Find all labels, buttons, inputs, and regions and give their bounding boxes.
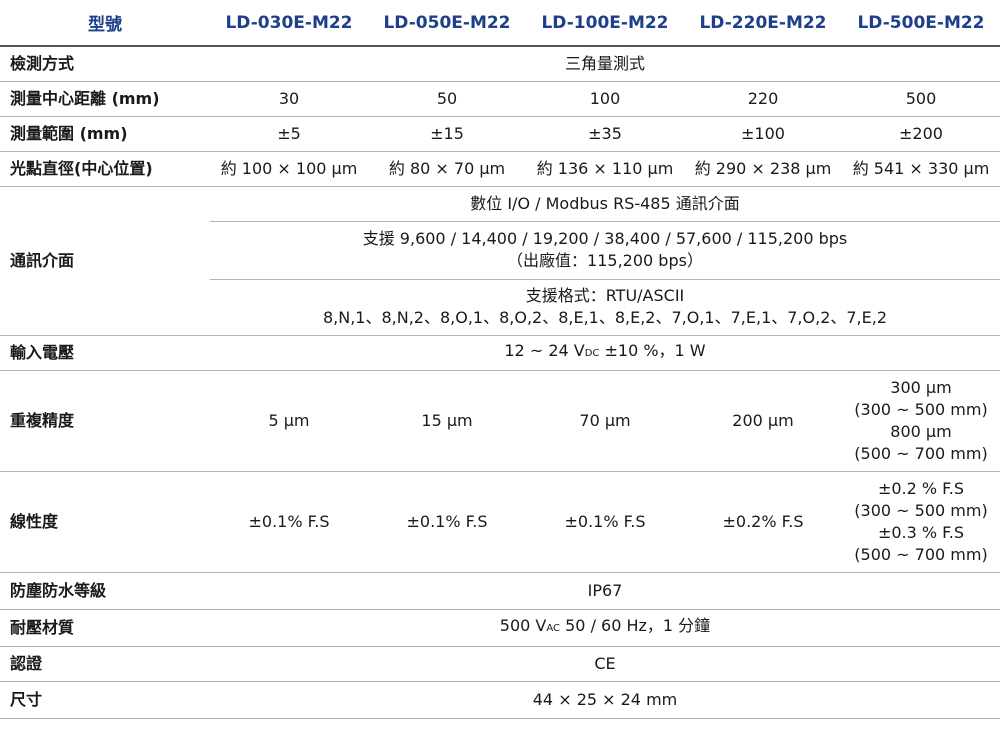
cell-line: ±0.3 % F.S bbox=[877, 522, 965, 542]
table-cell: 220 bbox=[684, 81, 842, 117]
table-cell: 約 100 × 100 μm bbox=[210, 151, 368, 187]
cell-line: 800 μm bbox=[890, 421, 952, 441]
comm-baud-value: 支援 9,600 / 14,400 / 19,200 / 38,400 / 57… bbox=[210, 221, 1000, 280]
table-cell: 500 bbox=[842, 81, 1000, 117]
table-cell: 5 μm bbox=[210, 370, 368, 472]
voltage-prefix: 12 ~ 24 V bbox=[504, 341, 585, 360]
table-cell: 300 μm (300 ~ 500 mm) 800 μm (500 ~ 700 … bbox=[842, 370, 1000, 472]
row-range: 測量範圍 (mm) ±5 ±15 ±35 ±100 ±200 bbox=[0, 116, 1000, 152]
withstand-value: 500 VAC 50 / 60 Hz，1 分鐘 bbox=[210, 609, 1000, 647]
header-model-1: LD-030E-M22 bbox=[210, 0, 368, 47]
cell-line: ±0.2 % F.S bbox=[877, 478, 965, 498]
method-value: 三角量測式 bbox=[210, 46, 1000, 82]
row-label: 認證 bbox=[0, 646, 210, 682]
voltage-sub: DC bbox=[584, 348, 600, 359]
table-cell: ±0.1% F.S bbox=[368, 471, 526, 573]
format-title: 支援格式：RTU/ASCII bbox=[525, 286, 685, 305]
baud-rates: 支援 9,600 / 14,400 / 19,200 / 38,400 / 57… bbox=[362, 229, 848, 248]
table-cell: ±0.1% F.S bbox=[526, 471, 684, 573]
cell-line: (300 ~ 500 mm) bbox=[854, 399, 988, 419]
cert-value: CE bbox=[210, 646, 1000, 682]
protection-value: IP67 bbox=[210, 572, 1000, 610]
row-linearity: 線性度 ±0.1% F.S ±0.1% F.S ±0.1% F.S ±0.2% … bbox=[0, 471, 1000, 573]
table-cell: 100 bbox=[526, 81, 684, 117]
withstand-prefix: 500 V bbox=[499, 616, 547, 635]
row-label: 通訊介面 bbox=[0, 186, 210, 336]
row-cert: 認證 CE bbox=[0, 646, 1000, 682]
row-withstand: 耐壓材質 500 VAC 50 / 60 Hz，1 分鐘 bbox=[0, 609, 1000, 647]
row-label: 線性度 bbox=[0, 471, 210, 573]
table-cell: 200 μm bbox=[684, 370, 842, 472]
table-cell: ±0.2 % F.S (300 ~ 500 mm) ±0.3 % F.S (50… bbox=[842, 471, 1000, 573]
row-label: 光點直徑(中心位置) bbox=[0, 151, 210, 187]
comm-format-value: 支援格式：RTU/ASCII 8,N,1、8,N,2、8,O,1、8,O,2、8… bbox=[210, 279, 1000, 336]
row-repeatability: 重複精度 5 μm 15 μm 70 μm 200 μm 300 μm (300… bbox=[0, 370, 1000, 472]
table-cell: 約 136 × 110 μm bbox=[526, 151, 684, 187]
table-cell: ±5 bbox=[210, 116, 368, 152]
cell-line: (500 ~ 700 mm) bbox=[854, 443, 988, 463]
table-cell: 約 541 × 330 μm bbox=[842, 151, 1000, 187]
header-model-4: LD-220E-M22 bbox=[684, 0, 842, 47]
row-label: 尺寸 bbox=[0, 681, 210, 719]
row-protection: 防塵防水等級 IP67 bbox=[0, 572, 1000, 610]
table-cell: ±0.1% F.S bbox=[210, 471, 368, 573]
voltage-suffix: ±10 %，1 W bbox=[599, 341, 706, 360]
header-row: 型號 LD-030E-M22 LD-050E-M22 LD-100E-M22 L… bbox=[0, 0, 1000, 47]
row-label: 測量中心距離 (mm) bbox=[0, 81, 210, 117]
row-center-distance: 測量中心距離 (mm) 30 50 100 220 500 bbox=[0, 81, 1000, 117]
table-cell: ±100 bbox=[684, 116, 842, 152]
size-value: 44 × 25 × 24 mm bbox=[210, 681, 1000, 719]
cell-line: 300 μm bbox=[890, 377, 952, 397]
table-cell: ±200 bbox=[842, 116, 1000, 152]
voltage-value: 12 ~ 24 VDC ±10 %，1 W bbox=[210, 335, 1000, 371]
row-label: 重複精度 bbox=[0, 370, 210, 472]
cell-line: (300 ~ 500 mm) bbox=[854, 500, 988, 520]
table-cell: 70 μm bbox=[526, 370, 684, 472]
comm-io-value: 數位 I/O / Modbus RS-485 通訊介面 bbox=[210, 186, 1000, 222]
row-label: 檢測方式 bbox=[0, 46, 210, 82]
format-list: 8,N,1、8,N,2、8,O,1、8,O,2、8,E,1、8,E,2、7,O,… bbox=[322, 308, 888, 327]
cell-line: (500 ~ 700 mm) bbox=[854, 544, 988, 564]
table-cell: 15 μm bbox=[368, 370, 526, 472]
header-model-2: LD-050E-M22 bbox=[368, 0, 526, 47]
table-cell: 30 bbox=[210, 81, 368, 117]
table-cell: ±15 bbox=[368, 116, 526, 152]
row-label: 防塵防水等級 bbox=[0, 572, 210, 610]
row-label: 耐壓材質 bbox=[0, 609, 210, 647]
row-voltage: 輸入電壓 12 ~ 24 VDC ±10 %，1 W bbox=[0, 335, 1000, 371]
row-method: 檢測方式 三角量測式 bbox=[0, 46, 1000, 82]
row-comm-io: 通訊介面 數位 I/O / Modbus RS-485 通訊介面 bbox=[0, 186, 1000, 336]
header-model-5: LD-500E-M22 bbox=[842, 0, 1000, 47]
table-cell: 約 80 × 70 μm bbox=[368, 151, 526, 187]
table-cell: ±0.2% F.S bbox=[684, 471, 842, 573]
spec-table: 型號 LD-030E-M22 LD-050E-M22 LD-100E-M22 L… bbox=[0, 0, 1000, 719]
withstand-suffix: 50 / 60 Hz，1 分鐘 bbox=[560, 616, 711, 635]
table-cell: ±35 bbox=[526, 116, 684, 152]
table-cell: 50 bbox=[368, 81, 526, 117]
row-spot: 光點直徑(中心位置) 約 100 × 100 μm 約 80 × 70 μm 約… bbox=[0, 151, 1000, 187]
row-size: 尺寸 44 × 25 × 24 mm bbox=[0, 681, 1000, 719]
baud-default: （出廠值：115,200 bps） bbox=[507, 251, 703, 270]
table-cell: 約 290 × 238 μm bbox=[684, 151, 842, 187]
row-label: 測量範圍 (mm) bbox=[0, 116, 210, 152]
header-model-3: LD-100E-M22 bbox=[526, 0, 684, 47]
row-label: 輸入電壓 bbox=[0, 335, 210, 371]
header-model-label: 型號 bbox=[0, 0, 210, 47]
withstand-sub: AC bbox=[546, 623, 561, 634]
